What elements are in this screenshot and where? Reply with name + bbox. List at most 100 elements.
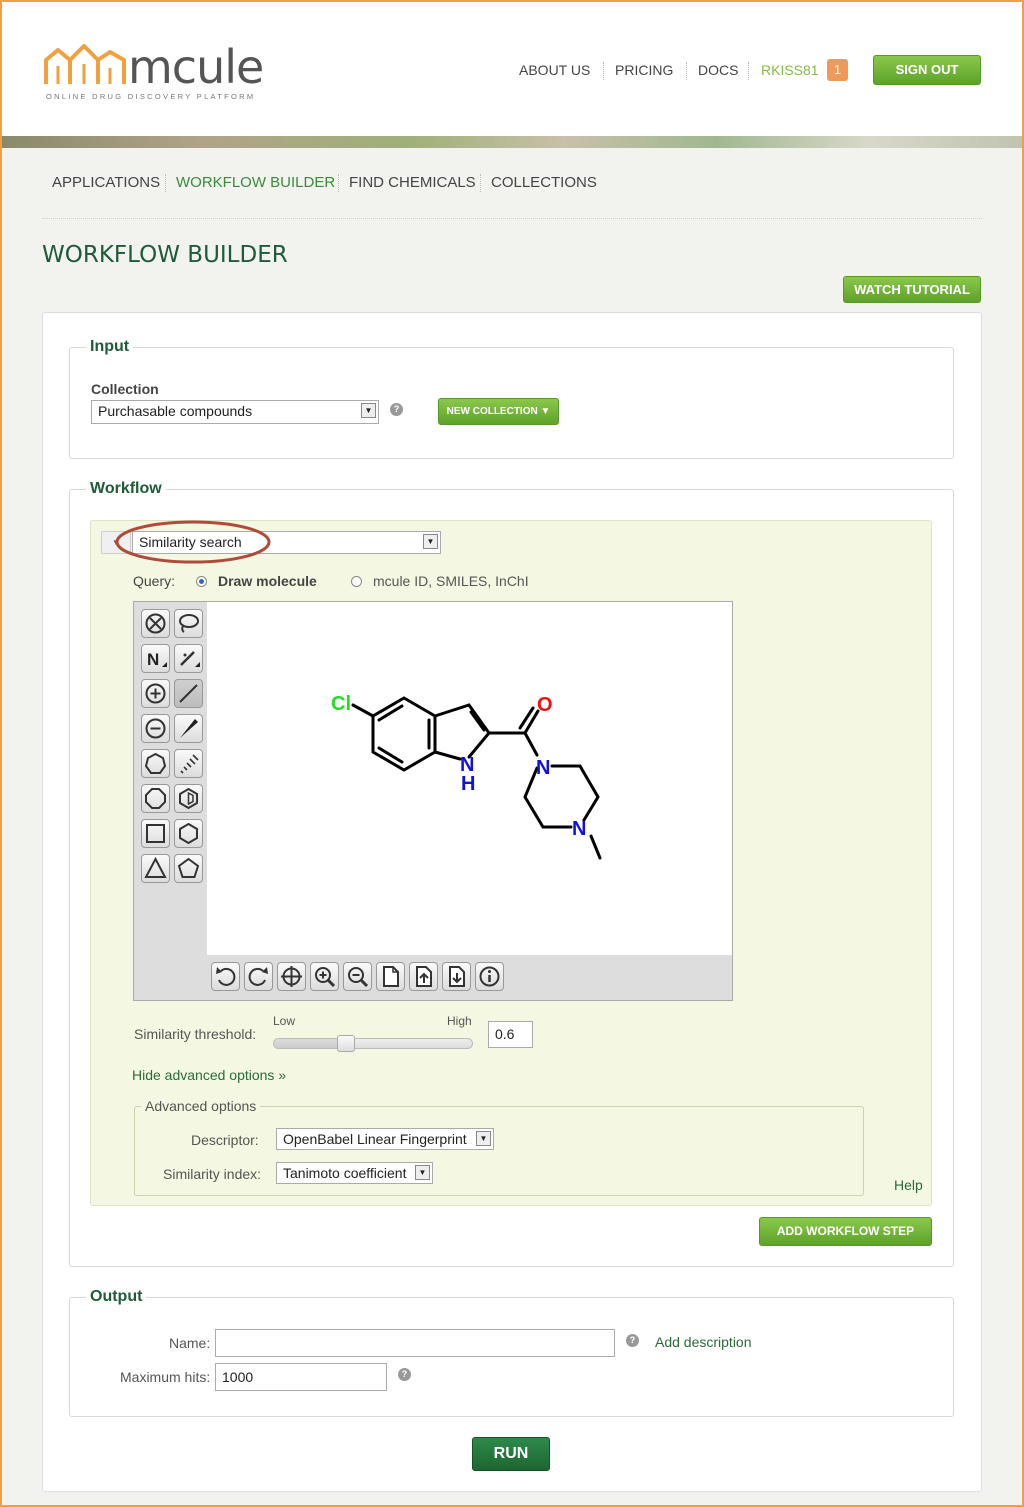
descriptor-label: Descriptor: [191,1132,259,1148]
similarity-index-label: Similarity index: [163,1166,262,1182]
cyclopropane-icon[interactable] [141,854,170,883]
zoom-out-icon[interactable] [343,962,372,991]
header: mcule ONLINE DRUG DISCOVERY PLATFORM ABO… [2,2,1022,136]
save-file-icon[interactable] [442,962,471,991]
subnav-workflow-builder[interactable]: WORKFLOW BUILDER [176,174,335,191]
similarity-index-select[interactable]: Tanimoto coefficient ▼ [276,1162,433,1184]
charge-minus-icon[interactable] [141,714,170,743]
name-label: Name: [169,1335,211,1351]
help-icon[interactable]: ? [398,1368,411,1381]
similarity-index-select-value: Tanimoto coefficient [283,1165,407,1181]
atom-label-nh-h: H [461,773,475,795]
help-link[interactable]: Help [894,1177,923,1193]
threshold-slider-fill [274,1039,346,1048]
collection-label: Collection [91,381,159,397]
threshold-low-label: Low [273,1014,296,1028]
chevron-down-icon: ▼ [476,1131,491,1146]
max-hits-input[interactable]: 1000 [215,1363,387,1391]
threshold-slider-handle[interactable] [337,1035,355,1052]
charge-plus-icon[interactable] [141,679,170,708]
new-collection-button[interactable]: NEW COLLECTION ▼ [438,398,559,425]
subnav-applications[interactable]: APPLICATIONS [52,174,160,191]
logo-house-icon [44,44,126,84]
bond-tool-icon[interactable] [174,644,203,673]
max-hits-label: Maximum hits: [120,1369,211,1385]
threshold-slider[interactable] [273,1035,473,1052]
logo-wordmark: mcule [128,40,264,94]
nav-docs[interactable]: DOCS [698,62,738,78]
query-draw-label: Draw molecule [218,573,317,589]
output-legend: Output [86,1288,147,1306]
wedge-bond-icon[interactable] [174,714,203,743]
query-text-radio[interactable] [351,576,362,587]
header-decoration-strip [2,136,1022,148]
editor-tool-palette: N [134,602,207,955]
open-file-icon[interactable] [409,962,438,991]
output-fieldset [69,1297,954,1417]
subnav-separator [338,174,339,192]
run-button[interactable]: RUN [472,1437,550,1471]
divider [42,218,982,219]
molecule-editor[interactable]: N Cl O N H N N [133,601,733,1001]
advanced-options-fieldset [134,1106,864,1196]
nav-about-us[interactable]: ABOUT US [519,62,590,78]
descriptor-select[interactable]: OpenBabel Linear Fingerprint ▼ [276,1128,494,1150]
workflow-legend: Workflow [86,480,166,498]
descriptor-select-value: OpenBabel Linear Fingerprint [283,1131,467,1147]
atom-label-n2: N [572,818,586,840]
input-legend: Input [86,338,134,356]
threshold-high-label: High [447,1014,472,1028]
benzene-icon[interactable] [174,784,203,813]
cycloheptane-icon[interactable] [141,749,170,778]
subnav-separator [480,174,481,192]
hash-bond-icon[interactable] [174,749,203,778]
page-title: WORKFLOW BUILDER [42,242,288,268]
atom-tool-icon[interactable]: N [141,644,170,673]
undo-icon[interactable] [211,962,240,991]
threshold-input[interactable]: 0.6 [488,1021,533,1048]
collection-select[interactable]: Purchasable compounds ▼ [91,400,379,424]
subnav-separator [165,174,166,192]
help-icon[interactable]: ? [626,1334,639,1347]
notification-badge[interactable]: 1 [827,59,848,81]
molecule-drawing: Cl O N H N N [331,693,602,860]
delete-tool-icon[interactable] [141,609,170,638]
advanced-options-legend: Advanced options [141,1098,261,1114]
redo-icon[interactable] [244,962,273,991]
add-description-link[interactable]: Add description [655,1334,752,1350]
lasso-icon[interactable] [174,609,203,638]
cyclopentane-icon[interactable] [174,854,203,883]
watch-tutorial-button[interactable]: WATCH TUTORIAL [843,276,981,303]
name-input[interactable] [215,1329,615,1357]
molecule-canvas[interactable]: Cl O N H N N [207,602,732,955]
logo-tagline: ONLINE DRUG DISCOVERY PLATFORM [46,92,256,101]
sign-out-button[interactable]: SIGN OUT [873,55,981,85]
nav-pricing[interactable]: PRICING [615,62,673,78]
highlight-ellipse [115,520,271,564]
threshold-label: Similarity threshold: [134,1026,257,1042]
subnav-collections[interactable]: COLLECTIONS [491,174,597,191]
chevron-down-icon: ▼ [361,403,376,418]
add-workflow-step-button[interactable]: ADD WORKFLOW STEP [759,1217,932,1246]
nav-user[interactable]: RKISS81 [761,62,819,78]
atom-label-cl: Cl [331,693,351,715]
hide-advanced-link[interactable]: Hide advanced options » [132,1067,286,1083]
query-draw-radio[interactable] [196,576,207,587]
zoom-in-icon[interactable] [310,962,339,991]
cyclooctane-icon[interactable] [141,784,170,813]
help-icon[interactable]: ? [390,403,403,416]
single-bond-icon[interactable] [174,679,203,708]
query-label: Query: [133,573,176,589]
chevron-down-icon: ▼ [415,1165,430,1180]
query-text-label: mcule ID, SMILES, InChI [373,573,529,589]
cyclohexane-icon[interactable] [174,819,203,848]
nav-separator [748,62,749,80]
subnav-find-chemicals[interactable]: FIND CHEMICALS [349,174,476,191]
cyclobutane-icon[interactable] [141,819,170,848]
info-icon[interactable] [475,962,504,991]
new-document-icon[interactable] [376,962,405,991]
center-icon[interactable] [277,962,306,991]
atom-label-n1: N [536,757,550,779]
chevron-down-icon: ▼ [423,534,438,549]
nav-separator [603,62,604,80]
